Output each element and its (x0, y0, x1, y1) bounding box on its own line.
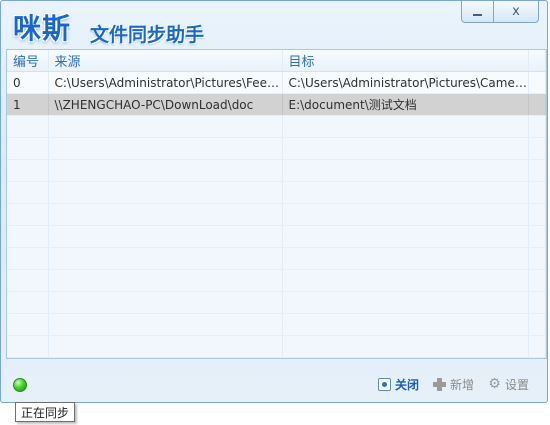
add-label: 新增 (449, 378, 474, 392)
settings-button[interactable]: ⚙ 设置 (488, 376, 529, 393)
cell-source: C:\Users\Administrator\Pictures\Feedback (48, 71, 283, 94)
cell-target: C:\Users\Administrator\Pictures\Camera R… (282, 71, 529, 94)
empty-row (7, 247, 546, 270)
cell-filler (528, 93, 546, 116)
minimize-button[interactable] (461, 1, 494, 23)
empty-row (7, 335, 546, 358)
add-button[interactable]: 新增 (432, 376, 474, 393)
table-row-selected[interactable]: 1 \\ZHENGCHAO-PC\DownLoad\doc E:\documen… (7, 93, 546, 116)
empty-row (7, 137, 546, 160)
action-bar: 关闭 新增 ⚙ 设置 (377, 376, 529, 393)
main-window: 咪斯 文件同步助手 x 编号 来源 目标 0 C:\Users\Administ… (0, 0, 548, 403)
close-icon: x (512, 4, 520, 19)
column-header-source[interactable]: 来源 (48, 50, 283, 72)
cell-id: 1 (7, 93, 49, 116)
settings-label: 设置 (504, 378, 529, 392)
sync-status-indicator (13, 378, 27, 392)
empty-row (7, 225, 546, 248)
empty-row (7, 357, 546, 358)
stop-icon (377, 378, 391, 391)
cell-target: E:\document\测试文档 (282, 93, 529, 116)
app-brand: 咪斯 (13, 12, 72, 45)
window-controls: x (461, 1, 539, 23)
column-header-filler (528, 50, 546, 72)
empty-row (7, 269, 546, 292)
table-row[interactable]: 0 C:\Users\Administrator\Pictures\Feedba… (7, 71, 546, 94)
table-header-row: 编号 来源 目标 (7, 50, 546, 72)
minimize-icon (473, 13, 482, 16)
empty-row (7, 115, 546, 138)
empty-row (7, 313, 546, 336)
close-window-button[interactable]: x (494, 1, 539, 23)
cell-source: \\ZHENGCHAO-PC\DownLoad\doc (48, 93, 283, 116)
cell-filler (528, 71, 546, 94)
app-subtitle: 文件同步助手 (90, 24, 205, 46)
empty-row (7, 291, 546, 314)
sync-table: 编号 来源 目标 0 C:\Users\Administrator\Pictur… (6, 49, 547, 359)
close-button[interactable]: 关闭 (377, 376, 419, 393)
status-tooltip: 正在同步 (15, 402, 76, 422)
empty-row (7, 181, 546, 204)
cell-id: 0 (7, 71, 49, 94)
column-header-target[interactable]: 目标 (282, 50, 529, 72)
empty-row (7, 159, 546, 182)
close-label: 关闭 (394, 378, 419, 392)
plus-icon (432, 378, 446, 391)
empty-row (7, 203, 546, 226)
column-header-id[interactable]: 编号 (7, 50, 49, 72)
gear-icon: ⚙ (488, 376, 501, 392)
